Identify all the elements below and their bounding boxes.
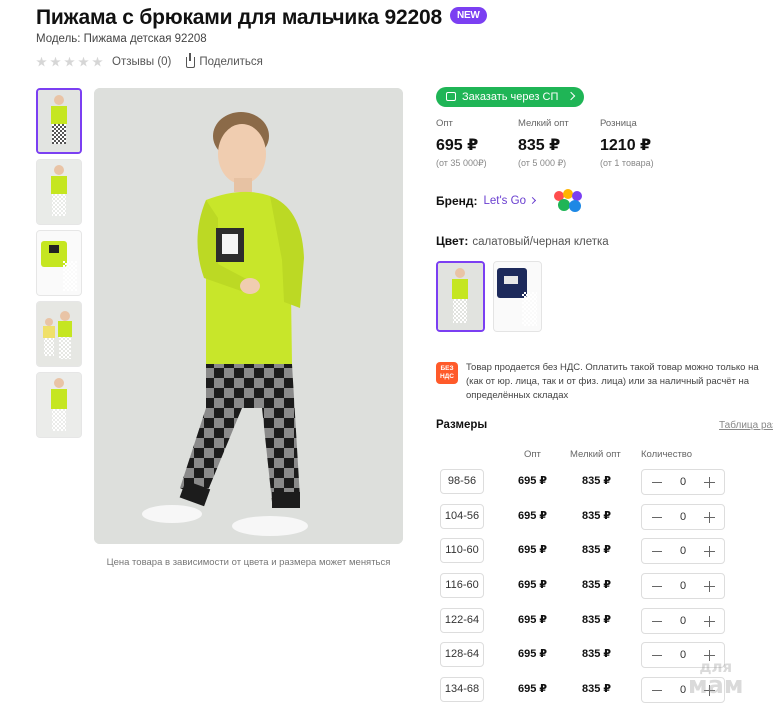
thumbnail-1[interactable] [36, 88, 82, 154]
brand-row: Бренд: Let's Go [436, 188, 587, 214]
star-icon[interactable] [78, 56, 89, 67]
header-quantity: Количество [641, 449, 693, 460]
brand-label: Бренд: [436, 194, 478, 208]
vat-notice: БЕЗ НДС Товар продается без НДС. Оплатить… [436, 361, 773, 403]
header-opt: Опт [524, 449, 541, 460]
size-row: 104-56 695 ₽ 835 ₽ 0 [436, 504, 773, 531]
vat-text: Товар продается без НДС. Оплатить такой … [466, 361, 759, 403]
size-label[interactable]: 98-56 [440, 469, 484, 494]
thumbnail-4[interactable] [36, 301, 82, 367]
quantity-stepper: 0 [641, 573, 725, 599]
price-label: Розница [600, 118, 637, 129]
size-label[interactable]: 134-68 [440, 677, 484, 702]
price-minimum: (от 1 товара) [600, 158, 654, 168]
cart-icon [446, 92, 456, 101]
chevron-right-icon [528, 196, 537, 205]
share-button[interactable]: Поделиться [186, 52, 263, 68]
size-row: 98-56 695 ₽ 835 ₽ 0 [436, 469, 773, 496]
share-label: Поделиться [199, 56, 263, 68]
size-row: 110-60 695 ₽ 835 ₽ 0 [436, 538, 773, 565]
sizes-title: Размеры [436, 419, 488, 431]
brand-link[interactable]: Let's Go [483, 195, 537, 207]
order-via-sp-button[interactable]: Заказать через СП [436, 87, 585, 107]
vat-text-line: (как от юр. лица, так и от физ. лица) ил… [466, 376, 750, 387]
header-small-opt: Мелкий опт [570, 449, 621, 460]
thumbnail-5[interactable] [36, 372, 82, 438]
plus-icon[interactable] [704, 546, 715, 557]
no-vat-icon: БЕЗ НДС [436, 362, 458, 384]
size-small-opt-price: 835 ₽ [582, 614, 612, 626]
price-minimum: (от 35 000₽) [436, 158, 487, 168]
size-small-opt-price: 835 ₽ [582, 475, 612, 487]
quantity-stepper: 0 [641, 504, 725, 530]
price-value: 695 ₽ [436, 137, 479, 154]
size-opt-price: 695 ₽ [518, 475, 548, 487]
star-icon[interactable] [92, 56, 103, 67]
size-row: 116-60 695 ₽ 835 ₽ 0 [436, 573, 773, 600]
product-model: Модель: Пижама детская 92208 [36, 33, 207, 45]
color-label: Цвет: [436, 234, 469, 248]
size-small-opt-price: 835 ₽ [582, 683, 612, 695]
price-variation-note: Цена товара в зависимости от цвета и раз… [106, 557, 391, 568]
size-opt-price: 695 ₽ [518, 614, 548, 626]
size-label[interactable]: 128-64 [440, 642, 484, 667]
size-row: 122-64 695 ₽ 835 ₽ 0 [436, 608, 773, 635]
size-opt-price: 695 ₽ [518, 544, 548, 556]
color-value: салатовый/черная клетка [472, 236, 609, 248]
color-swatches [436, 261, 542, 332]
rating-row: Отзывы (0) Поделиться [36, 52, 263, 68]
quantity-stepper: 0 [641, 469, 725, 495]
plus-icon[interactable] [704, 477, 715, 488]
size-label[interactable]: 116-60 [440, 573, 484, 598]
size-small-opt-price: 835 ₽ [582, 648, 612, 660]
size-label[interactable]: 104-56 [440, 504, 484, 529]
price-opt: Опт 695 ₽ (от 35 000₽) [436, 118, 518, 169]
plus-icon[interactable] [704, 512, 715, 523]
star-icon[interactable] [36, 56, 47, 67]
price-label: Опт [436, 118, 453, 129]
quantity-stepper: 0 [641, 608, 725, 634]
quantity-stepper: 0 [641, 538, 725, 564]
vat-text-line: Товар продается без НДС. Оплатить такой … [466, 362, 759, 373]
order-button-label: Заказать через СП [462, 91, 559, 103]
price-value: 1210 ₽ [600, 137, 652, 154]
star-icon[interactable] [64, 56, 75, 67]
swatch-lime-plaid[interactable] [436, 261, 485, 332]
brand-logo[interactable] [551, 188, 587, 214]
price-value: 835 ₽ [518, 137, 561, 154]
new-badge: NEW [449, 6, 487, 24]
thumbnail-3[interactable] [36, 230, 82, 296]
thumbnail-list [36, 88, 84, 443]
share-icon [186, 52, 196, 68]
size-opt-price: 695 ₽ [518, 648, 548, 660]
size-opt-price: 695 ₽ [518, 683, 548, 695]
color-row: Цвет: салатовый/черная клетка [436, 234, 609, 248]
plus-icon[interactable] [704, 616, 715, 627]
price-small-opt: Мелкий опт 835 ₽ (от 5 000 ₽) [518, 118, 600, 169]
price-minimum: (от 5 000 ₽) [518, 158, 567, 168]
size-label[interactable]: 122-64 [440, 608, 484, 633]
product-title-text: Пижама с брюками для мальчика 92208 [36, 6, 442, 29]
price-retail: Розница 1210 ₽ (от 1 товара) [600, 118, 682, 169]
brand-name: Let's Go [483, 195, 526, 207]
size-small-opt-price: 835 ₽ [582, 510, 612, 522]
main-product-photo[interactable] [94, 88, 403, 544]
size-small-opt-price: 835 ₽ [582, 544, 612, 556]
size-label[interactable]: 110-60 [440, 538, 484, 563]
chevron-right-icon [567, 91, 576, 101]
product-title: Пижама с брюками для мальчика 92208 NEW [36, 6, 487, 30]
plus-icon[interactable] [704, 581, 715, 592]
vat-text-line: определённых складах [466, 390, 569, 401]
size-opt-price: 695 ₽ [518, 579, 548, 591]
size-opt-price: 695 ₽ [518, 510, 548, 522]
size-table-link[interactable]: Таблица раз [719, 420, 773, 431]
star-icon[interactable] [50, 56, 61, 67]
size-small-opt-price: 835 ₽ [582, 579, 612, 591]
thumbnail-2[interactable] [36, 159, 82, 225]
price-block: Опт 695 ₽ (от 35 000₽) Мелкий опт 835 ₽ … [436, 118, 682, 169]
swatch-navy-plaid[interactable] [493, 261, 542, 332]
watermark: для мам [688, 658, 744, 699]
price-label: Мелкий опт [518, 118, 569, 129]
reviews-link[interactable]: Отзывы (0) [112, 56, 171, 68]
